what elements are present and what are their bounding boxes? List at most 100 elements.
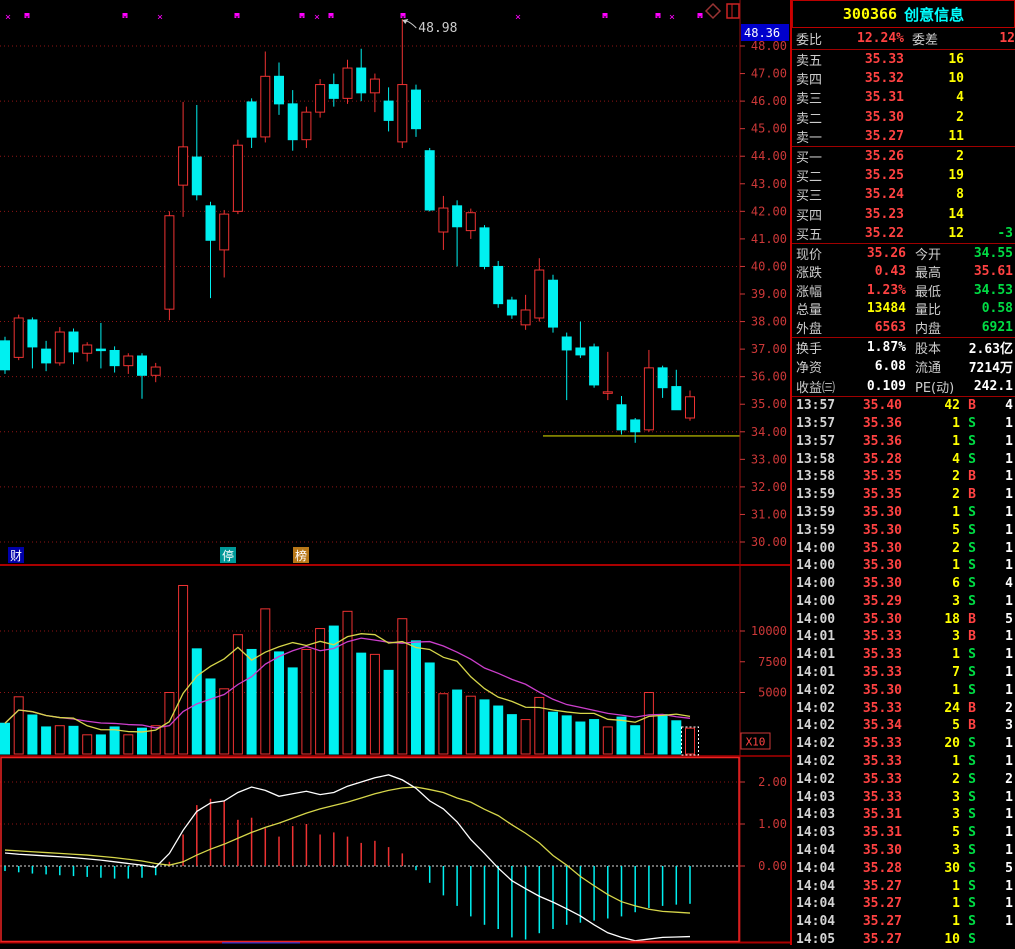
tick-flag: S (960, 932, 984, 943)
tick-row[interactable]: 14:0135.333B1 (792, 628, 1015, 646)
tick-row[interactable]: 13:5935.301S1 (792, 504, 1015, 522)
tick-row[interactable]: 14:0035.293S1 (792, 593, 1015, 611)
tick-row[interactable]: 13:5835.352B1 (792, 468, 1015, 486)
volume-bar (288, 668, 297, 754)
page-icon[interactable] (727, 4, 739, 18)
tick-row[interactable]: 14:0335.333S1 (792, 788, 1015, 806)
ask-row[interactable]: 卖五35.3316 (792, 50, 1015, 69)
tick-count: 1 (984, 665, 1015, 680)
fin-row: 净资6.08流通7214万 (792, 357, 1015, 376)
tick-row[interactable]: 14:0335.313S1 (792, 806, 1015, 824)
tick-row[interactable]: 14:0035.302S1 (792, 539, 1015, 557)
bid-row[interactable]: 买二35.2519 (792, 166, 1015, 185)
tick-row[interactable]: 14:0435.2830S5 (792, 859, 1015, 877)
tick-count: 1 (984, 825, 1015, 840)
volume-bar (521, 720, 530, 754)
macd-axis-label: 2.00 (758, 775, 787, 789)
bid-row[interactable]: 买五35.2212-3 (792, 224, 1015, 243)
bid-volume: 2 (904, 149, 964, 164)
stat-row-value-1: 6563 (854, 320, 906, 335)
volume-bar (55, 726, 64, 754)
tick-row[interactable]: 14:0135.331S1 (792, 646, 1015, 664)
tick-count: 2 (984, 772, 1015, 787)
tick-row[interactable]: 13:5935.352B1 (792, 486, 1015, 504)
event-marker-icon: × (123, 14, 127, 22)
bid-volume: 19 (904, 168, 964, 183)
price-axis-label: 32.00 (751, 480, 787, 494)
tick-trade-list: 13:5735.4042B413:5735.361S113:5735.361S1… (792, 397, 1015, 943)
tick-flag: S (960, 452, 984, 467)
tick-row[interactable]: 14:0035.301S1 (792, 557, 1015, 575)
tick-count: 1 (984, 683, 1015, 698)
tick-row[interactable]: 13:5835.284S1 (792, 450, 1015, 468)
tick-volume: 1 (902, 914, 960, 929)
volume-bar (384, 670, 393, 754)
tick-row[interactable]: 14:0535.2710S (792, 931, 1015, 943)
tick-flag: S (960, 665, 984, 680)
candle-body (42, 349, 51, 363)
volume-bar (658, 715, 667, 754)
ask-price: 35.33 (838, 52, 904, 67)
bid-row[interactable]: 买三35.248 (792, 185, 1015, 204)
tick-count: 1 (984, 523, 1015, 538)
tick-row[interactable]: 14:0235.301S1 (792, 681, 1015, 699)
tick-time: 14:04 (796, 861, 838, 876)
volume-bar (439, 694, 448, 754)
diamond-icon[interactable] (706, 4, 720, 18)
tick-row[interactable]: 14:0435.271S1 (792, 913, 1015, 931)
stat-row-label-1: 涨跌 (796, 262, 854, 281)
tick-price: 35.36 (838, 434, 902, 449)
event-marker-icon: × (300, 14, 304, 22)
volume-bar (453, 690, 462, 754)
tick-row[interactable]: 14:0035.306S4 (792, 575, 1015, 593)
price-axis-label: 37.00 (751, 342, 787, 356)
bid-row[interactable]: 买一35.262 (792, 147, 1015, 166)
tick-count: 1 (984, 416, 1015, 431)
ask-label: 卖四 (796, 69, 838, 88)
ask-row[interactable]: 卖四35.3210 (792, 69, 1015, 88)
tick-price: 35.35 (838, 469, 902, 484)
tick-row[interactable]: 14:0335.315S1 (792, 824, 1015, 842)
tick-time: 14:01 (796, 629, 838, 644)
tick-row[interactable]: 13:5935.305S1 (792, 521, 1015, 539)
tick-row[interactable]: 14:0035.3018B5 (792, 610, 1015, 628)
ask-row[interactable]: 卖二35.302 (792, 108, 1015, 127)
tick-price: 35.33 (838, 772, 902, 787)
tick-row[interactable]: 14:0235.332S2 (792, 770, 1015, 788)
kline-volume-macd-chart[interactable]: ××××××××××××××48.98财停榜48.0047.0046.0045.… (0, 0, 790, 945)
candle-body (644, 368, 653, 430)
chart-region[interactable]: ××××××××××××××48.98财停榜48.0047.0046.0045.… (0, 0, 790, 945)
tick-row[interactable]: 14:0435.303S1 (792, 842, 1015, 860)
ask-volume: 4 (904, 90, 964, 105)
tick-flag: S (960, 807, 984, 822)
tick-volume: 3 (902, 843, 960, 858)
tick-row[interactable]: 13:5735.4042B4 (792, 397, 1015, 415)
event-marker-icon: × (656, 14, 660, 22)
tick-row[interactable]: 14:0435.271S1 (792, 895, 1015, 913)
candle-body (343, 68, 352, 98)
price-axis-label: 45.00 (751, 122, 787, 136)
price-axis-label: 40.00 (751, 259, 787, 273)
bid-row[interactable]: 买四35.2314 (792, 205, 1015, 224)
tick-row[interactable]: 14:0235.3320S1 (792, 735, 1015, 753)
candle-body (562, 337, 571, 350)
tick-flag: S (960, 914, 984, 929)
tick-volume: 5 (902, 825, 960, 840)
tick-row[interactable]: 14:0235.345B3 (792, 717, 1015, 735)
tick-time: 14:00 (796, 576, 838, 591)
candle-body (55, 332, 64, 363)
stat-row-value-2: 35.61 (967, 264, 1015, 279)
event-marker-icon: × (314, 12, 320, 23)
tick-row[interactable]: 13:5735.361S1 (792, 432, 1015, 450)
ask-row[interactable]: 卖三35.314 (792, 88, 1015, 107)
price-axis-label: 42.00 (751, 204, 787, 218)
volume-bar (1, 723, 10, 754)
candle-body (521, 310, 530, 325)
tick-row[interactable]: 13:5735.361S1 (792, 415, 1015, 433)
tick-row[interactable]: 14:0235.3324B2 (792, 699, 1015, 717)
tick-row[interactable]: 14:0135.337S1 (792, 664, 1015, 682)
ask-row[interactable]: 卖一35.2711 (792, 127, 1015, 146)
tick-row[interactable]: 14:0435.271S1 (792, 877, 1015, 895)
tick-row[interactable]: 14:0235.331S1 (792, 753, 1015, 771)
stat-row: 涨跌0.43最高35.61 (792, 262, 1015, 281)
